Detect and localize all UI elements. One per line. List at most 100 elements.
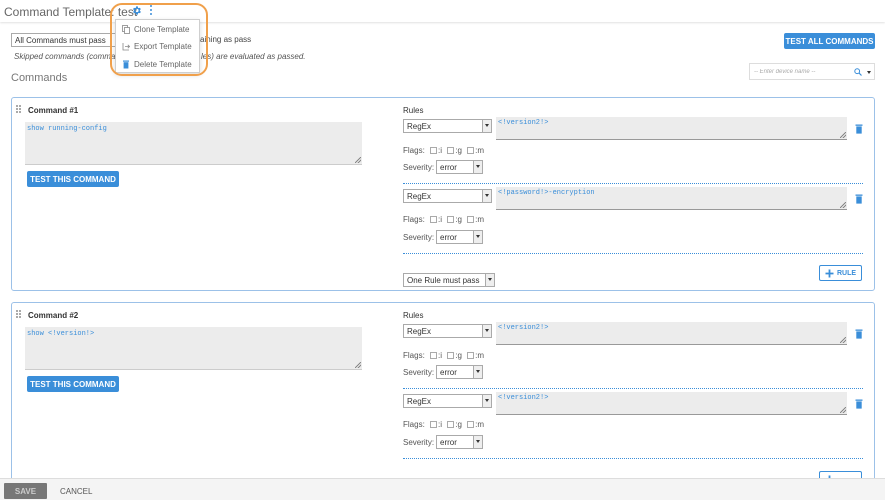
rule-type-select[interactable]: RegEx bbox=[403, 324, 492, 338]
resize-handle-icon[interactable] bbox=[840, 132, 846, 138]
rule-type-select[interactable]: RegEx bbox=[403, 394, 492, 408]
export-template-item[interactable]: Export Template bbox=[116, 38, 201, 55]
rule-type-select[interactable]: RegEx bbox=[403, 119, 492, 133]
resize-handle-icon[interactable] bbox=[840, 337, 846, 343]
kebab-icon[interactable] bbox=[149, 5, 153, 16]
chevron-down-icon bbox=[482, 395, 491, 407]
flag-i-label: :i bbox=[438, 215, 443, 224]
resize-handle-icon[interactable] bbox=[355, 157, 361, 163]
rule-pattern-textarea[interactable]: <!version2!> bbox=[496, 117, 847, 140]
command-label: Command #2 bbox=[28, 311, 79, 320]
delete-rule-icon[interactable] bbox=[855, 329, 863, 339]
flag-g-label: :g bbox=[455, 146, 462, 155]
rule-pattern: <!version2!> bbox=[498, 119, 549, 127]
command-text: show <!version!> bbox=[27, 330, 95, 338]
rule-mode-value: One Rule must pass bbox=[407, 276, 480, 285]
flag-m-checkbox[interactable] bbox=[467, 421, 475, 428]
resize-handle-icon[interactable] bbox=[840, 407, 846, 413]
gear-icon[interactable] bbox=[131, 5, 142, 16]
flags-label: Flags: bbox=[403, 215, 425, 224]
severity-value: error bbox=[440, 368, 457, 377]
flag-m-checkbox[interactable] bbox=[467, 147, 475, 154]
severity-select[interactable]: error bbox=[436, 435, 483, 449]
resize-handle-icon[interactable] bbox=[840, 202, 846, 208]
flag-i-checkbox[interactable] bbox=[430, 352, 438, 359]
delete-rule-icon[interactable] bbox=[855, 399, 863, 409]
flag-m-label: :m bbox=[475, 215, 485, 224]
drag-handle-icon[interactable] bbox=[16, 105, 22, 114]
test-this-command-button[interactable]: TEST THIS COMMAND bbox=[27, 171, 119, 187]
chevron-down-icon bbox=[485, 274, 494, 286]
flag-g-checkbox[interactable] bbox=[447, 216, 455, 223]
save-button[interactable]: SAVE bbox=[4, 483, 47, 499]
export-icon bbox=[122, 43, 130, 51]
skipped-note-end: les) are evaluated as passed. bbox=[201, 52, 306, 61]
flag-g-checkbox[interactable] bbox=[447, 147, 455, 154]
command-textarea[interactable]: show <!version!> bbox=[25, 327, 362, 370]
export-template-label: Export Template bbox=[134, 42, 192, 51]
chevron-down-icon bbox=[473, 161, 482, 173]
flag-i-label: :i bbox=[438, 420, 443, 429]
rule-flags: Flags: :i :g :m bbox=[403, 351, 484, 360]
flag-i-label: :i bbox=[438, 351, 443, 360]
rule-pattern: <!password!>-encryption bbox=[498, 189, 595, 197]
rule-pattern: <!version2!> bbox=[498, 394, 549, 402]
device-search[interactable] bbox=[749, 63, 875, 80]
delete-rule-icon[interactable] bbox=[855, 194, 863, 204]
test-this-command-button[interactable]: TEST THIS COMMAND bbox=[27, 376, 119, 392]
rule-divider bbox=[403, 183, 863, 184]
flag-i-checkbox[interactable] bbox=[430, 147, 438, 154]
warning-option-text: aining as pass bbox=[200, 35, 252, 44]
device-search-input[interactable] bbox=[754, 66, 850, 77]
delete-rule-icon[interactable] bbox=[855, 124, 863, 134]
flag-i-checkbox[interactable] bbox=[430, 216, 438, 223]
rule-pattern-textarea[interactable]: <!password!>-encryption bbox=[496, 187, 847, 210]
rules-label: Rules bbox=[403, 106, 424, 115]
rules-label: Rules bbox=[403, 311, 424, 320]
test-all-commands-button[interactable]: TEST ALL COMMANDS bbox=[784, 33, 875, 49]
flag-g-label: :g bbox=[455, 351, 462, 360]
chevron-down-icon bbox=[482, 190, 491, 202]
flag-g-checkbox[interactable] bbox=[447, 421, 455, 428]
rule-type-select[interactable]: RegEx bbox=[403, 189, 492, 203]
rule-divider bbox=[403, 253, 863, 254]
chevron-down-icon[interactable] bbox=[867, 71, 871, 74]
cancel-button[interactable]: CANCEL bbox=[60, 487, 92, 496]
command-textarea[interactable]: show running-config bbox=[25, 122, 362, 165]
pass-mode-select[interactable]: All Commands must pass bbox=[11, 33, 117, 47]
chevron-down-icon bbox=[473, 436, 482, 448]
resize-handle-icon[interactable] bbox=[355, 362, 361, 368]
clone-template-item[interactable]: Clone Template bbox=[116, 21, 201, 38]
rule-mode-select[interactable]: One Rule must pass bbox=[403, 273, 495, 287]
severity-label: Severity: bbox=[403, 163, 435, 172]
rule-flags: Flags: :i :g :m bbox=[403, 215, 484, 224]
add-rule-button[interactable]: RULE bbox=[819, 265, 862, 281]
chevron-down-icon bbox=[473, 366, 482, 378]
delete-template-label: Delete Template bbox=[134, 60, 192, 69]
severity-select[interactable]: error bbox=[436, 365, 483, 379]
trash-icon bbox=[123, 60, 129, 69]
severity-select[interactable]: error bbox=[436, 230, 483, 244]
severity-select[interactable]: error bbox=[436, 160, 483, 174]
flag-m-checkbox[interactable] bbox=[467, 352, 475, 359]
severity-value: error bbox=[440, 233, 457, 242]
rule-pattern-textarea[interactable]: <!version2!> bbox=[496, 392, 847, 415]
copy-icon bbox=[122, 25, 130, 34]
rule-divider bbox=[403, 458, 863, 459]
drag-handle-icon[interactable] bbox=[16, 310, 22, 319]
flag-g-checkbox[interactable] bbox=[447, 352, 455, 359]
commands-section-title: Commands bbox=[11, 72, 68, 84]
delete-template-item[interactable]: Delete Template bbox=[116, 56, 201, 73]
chevron-down-icon bbox=[473, 231, 482, 243]
flag-i-label: :i bbox=[438, 146, 443, 155]
flags-label: Flags: bbox=[403, 351, 425, 360]
flag-m-checkbox[interactable] bbox=[467, 216, 475, 223]
command-card-1: Command #1 show running-config TEST THIS… bbox=[11, 97, 875, 291]
command-label: Command #1 bbox=[28, 106, 79, 115]
severity-label: Severity: bbox=[403, 438, 435, 447]
flag-i-checkbox[interactable] bbox=[430, 421, 438, 428]
clone-template-label: Clone Template bbox=[134, 25, 190, 34]
rule-pattern-textarea[interactable]: <!version2!> bbox=[496, 322, 847, 345]
rule-pattern: <!version2!> bbox=[498, 324, 549, 332]
severity-value: error bbox=[440, 438, 457, 447]
